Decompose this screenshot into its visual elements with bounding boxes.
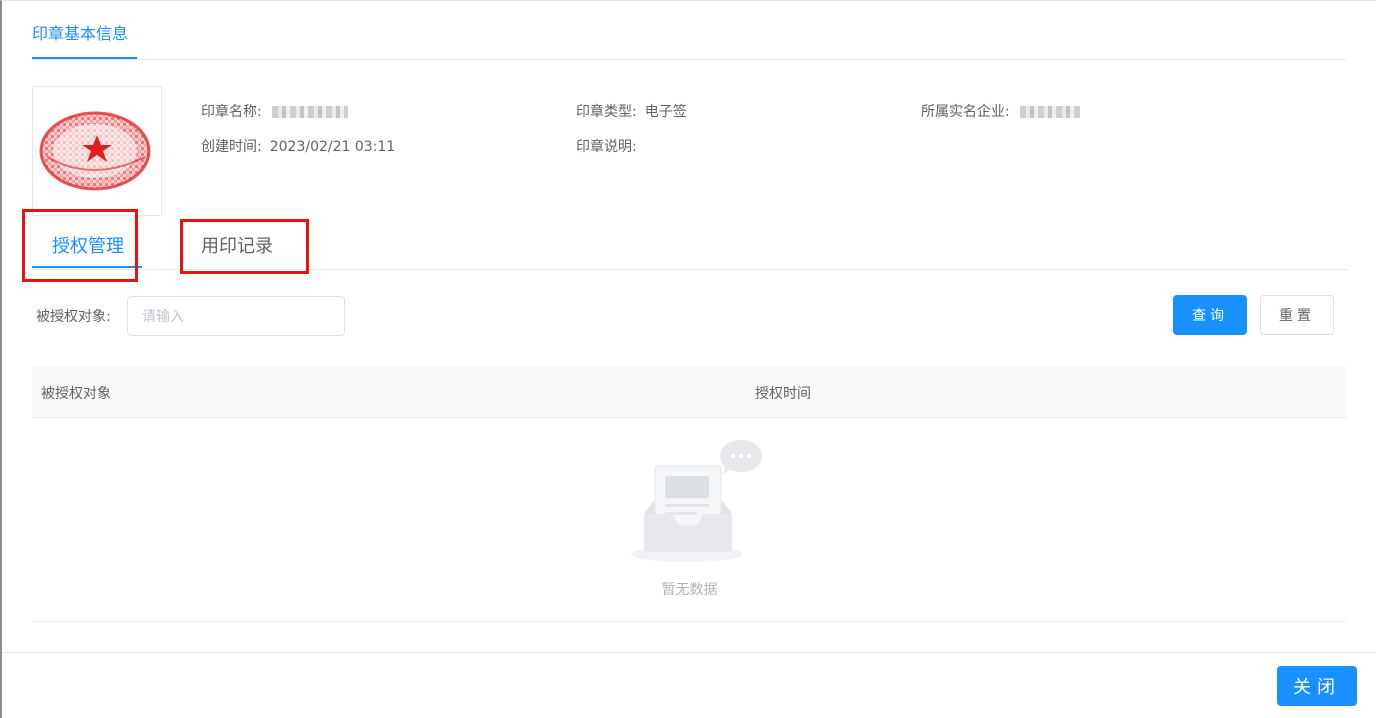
empty-inbox-icon — [631, 440, 762, 562]
seal-stamp-icon — [39, 111, 151, 191]
footer-divider — [2, 652, 1376, 653]
section-title: 印章基本信息 — [32, 24, 129, 43]
seal-name-label: 印章名称: — [201, 104, 262, 120]
company-field: 所属实名企业: — [921, 101, 1080, 121]
authorized-object-input[interactable] — [127, 296, 345, 336]
created-field: 创建时间: 2023/02/21 03:11 — [201, 136, 395, 156]
seal-image — [32, 86, 162, 216]
close-button[interactable]: 关闭 — [1277, 666, 1357, 706]
column-header-authorized-object[interactable]: 被授权对象 — [41, 383, 111, 403]
created-value: 2023/02/21 03:11 — [269, 139, 396, 155]
seal-type-value: 电子签 — [644, 104, 687, 120]
description-label: 印章说明: — [576, 139, 637, 155]
reset-button[interactable]: 重置 — [1260, 295, 1334, 335]
created-label: 创建时间: — [201, 139, 262, 155]
empty-state-text: 暂无数据 — [661, 582, 718, 598]
column-header-authorization-time[interactable]: 授权时间 — [755, 383, 811, 403]
seal-name-value-redacted — [271, 106, 348, 118]
company-label: 所属实名企业: — [921, 104, 1010, 120]
seal-type-field: 印章类型: 电子签 — [576, 101, 687, 121]
highlight-box-tab-1 — [22, 209, 138, 282]
filter-label: 被授权对象: — [36, 309, 111, 325]
authorization-table: 被授权对象 授权时间 暂无数据 — [32, 366, 1347, 622]
section-divider — [32, 59, 1346, 60]
seal-type-label: 印章类型: — [576, 104, 637, 120]
description-field: 印章说明: — [576, 136, 645, 156]
company-value-redacted — [1019, 106, 1080, 118]
table-header: 被授权对象 授权时间 — [32, 366, 1347, 418]
seal-name-field: 印章名称: — [201, 101, 348, 121]
table-body: 暂无数据 — [32, 418, 1347, 622]
query-button[interactable]: 查询 — [1173, 295, 1247, 335]
highlight-box-tab-2 — [180, 219, 309, 274]
